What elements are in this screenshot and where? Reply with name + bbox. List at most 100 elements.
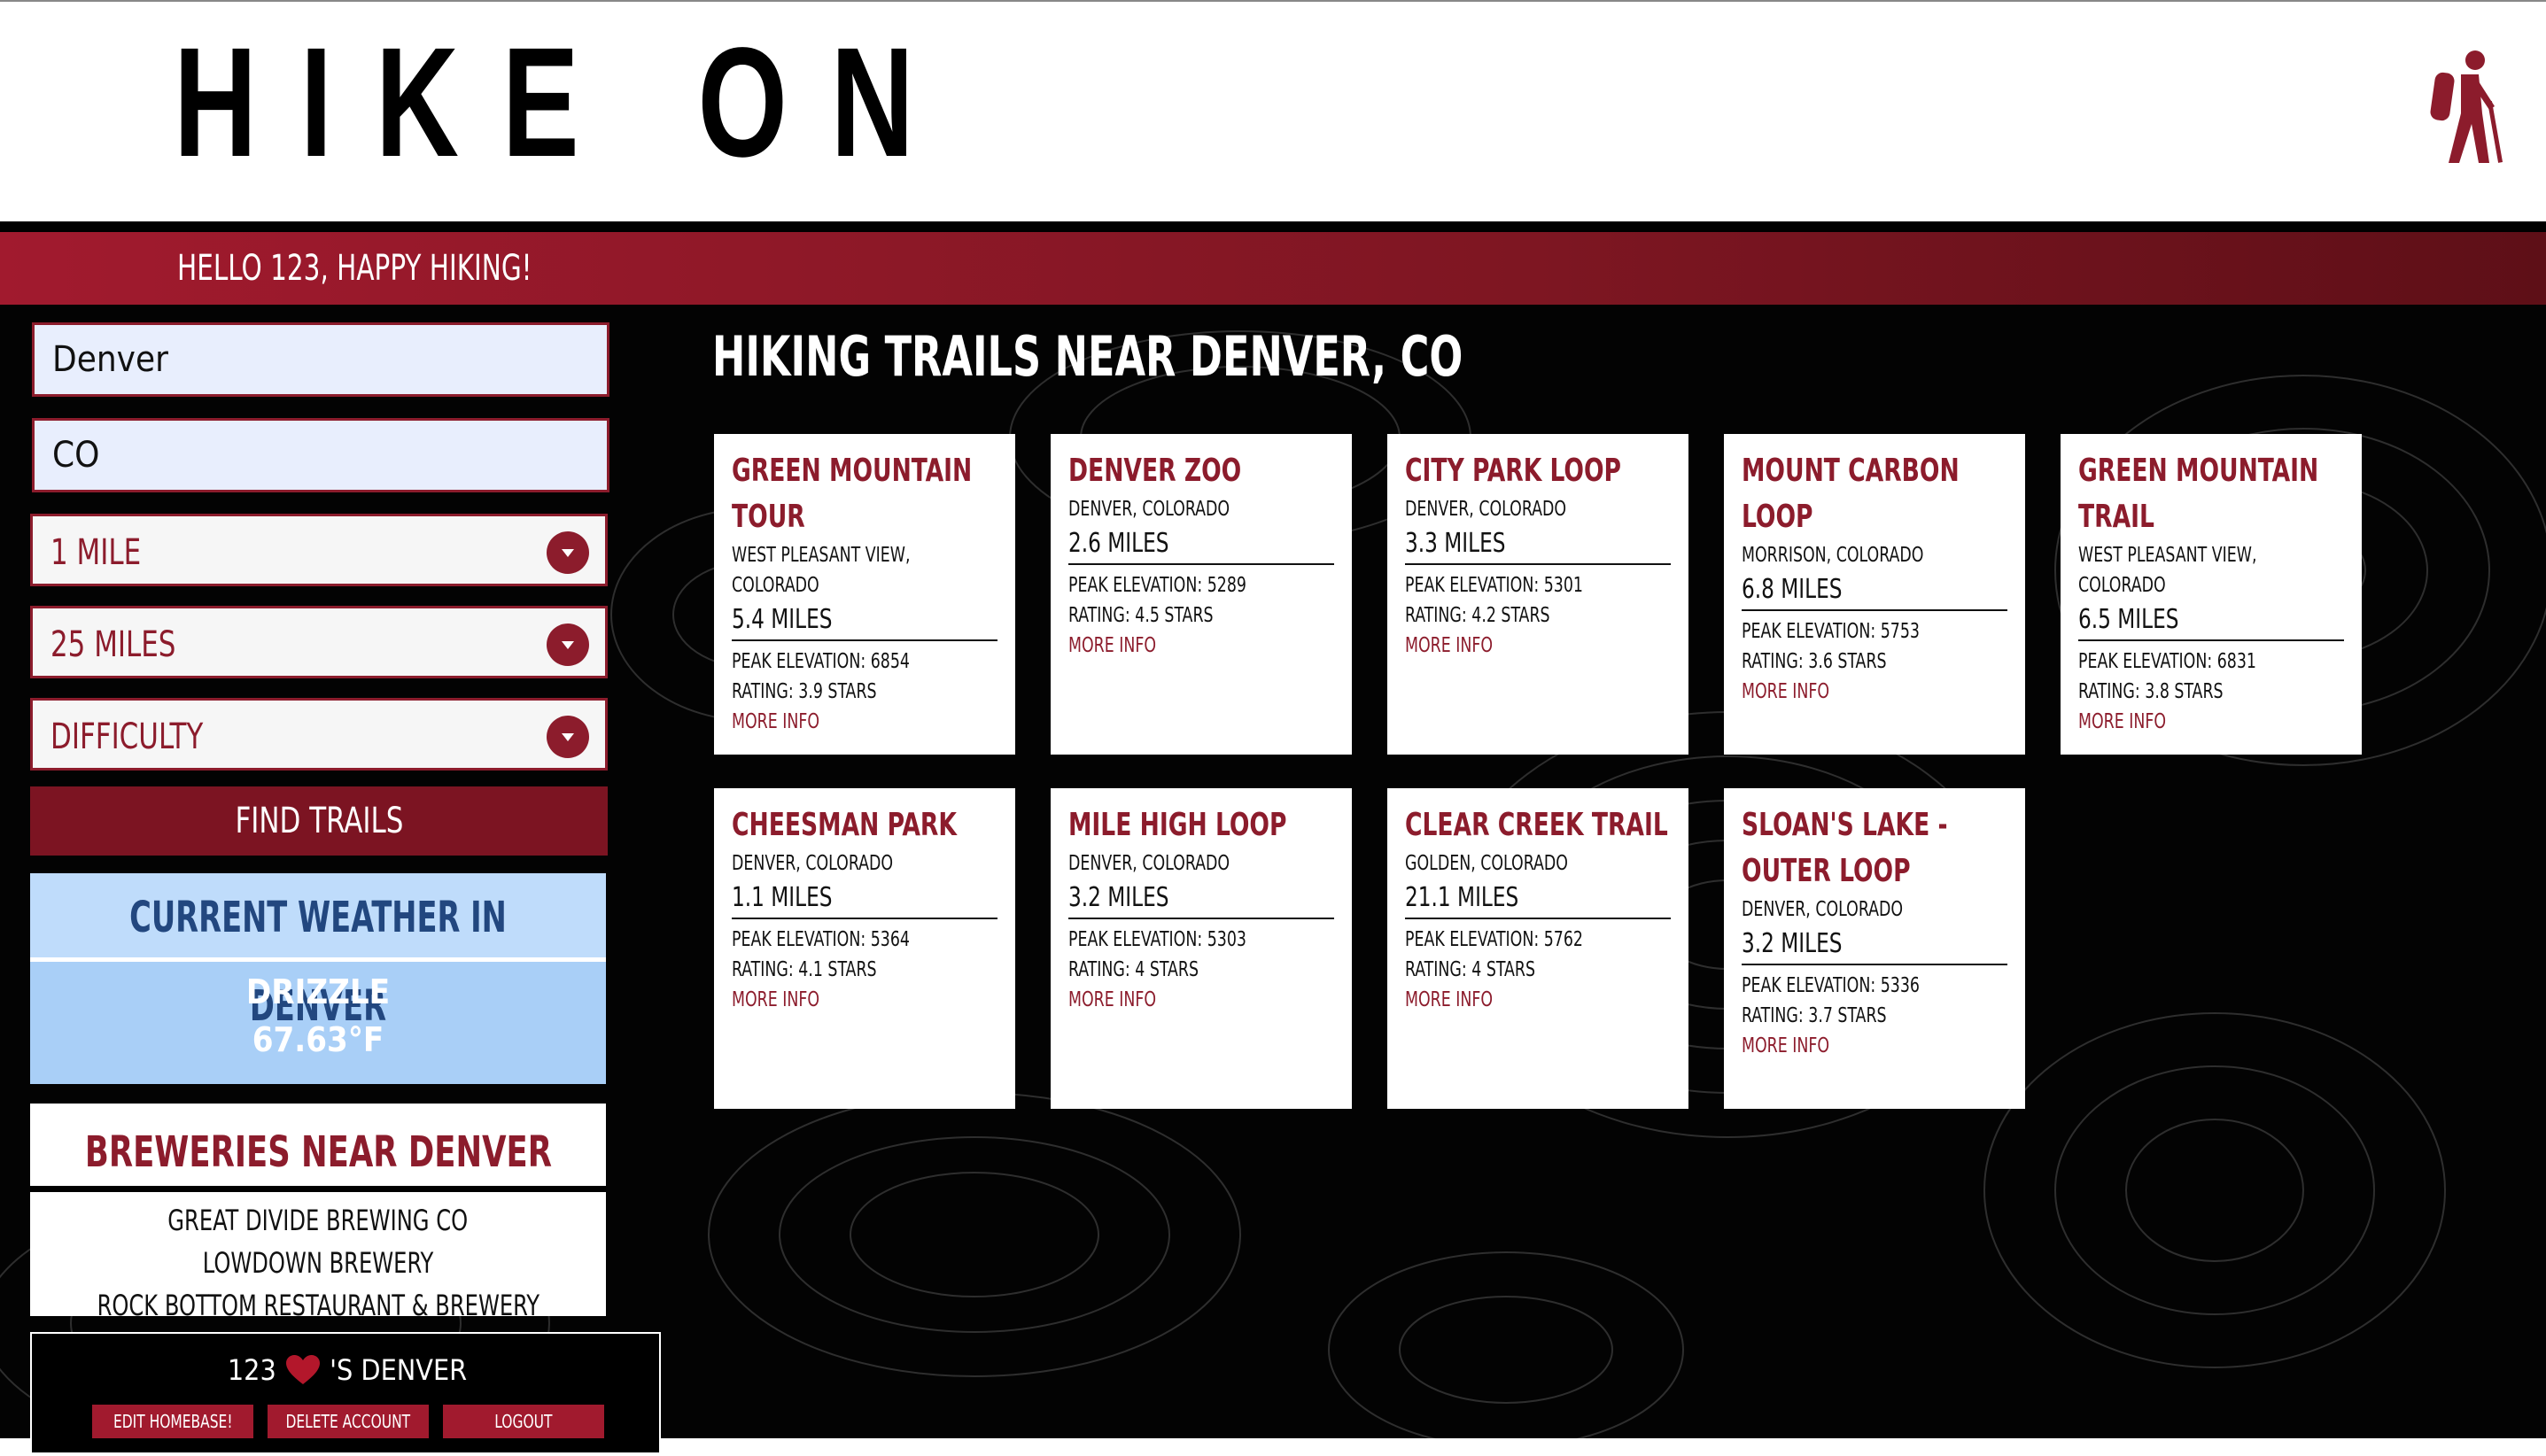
more-info-link[interactable]: MORE INFO [1405, 631, 1628, 661]
trail-length: 3.2 MILES [1068, 879, 1334, 919]
trail-length: 3.2 MILES [1742, 925, 2007, 965]
trail-location: DENVER, COLORADO [1742, 898, 1904, 921]
more-info-link[interactable]: MORE INFO [732, 707, 955, 737]
trail-length: 3.3 MILES [1405, 524, 1671, 565]
find-trails-label: FIND TRAILS [235, 801, 403, 841]
homebase-line: 123 'S DENVER [32, 1351, 663, 1387]
header-divider [0, 221, 2546, 232]
trail-location: DENVER, COLORADO [1068, 852, 1230, 875]
state-input[interactable]: CO [32, 418, 609, 492]
difficulty-value: DIFFICULTY [50, 716, 204, 757]
trail-card[interactable]: CITY PARK LOOP DENVER, COLORADO 3.3 MILE… [1387, 434, 1688, 755]
brewery-item: GREAT DIVIDE BREWING CO [167, 1204, 469, 1237]
trail-elevation: PEAK ELEVATION: 6831 [2078, 650, 2256, 673]
site-logo[interactable]: HIKE ON [174, 25, 958, 181]
weather-panel: CURRENT WEATHER IN DENVER DRIZZLE 67.63°… [30, 873, 606, 1084]
site-header: HIKE ON [0, 0, 2546, 221]
trail-length: 5.4 MILES [732, 600, 997, 641]
weather-condition: DRIZZLE [245, 972, 391, 1011]
more-info-link[interactable]: MORE INFO [1742, 1031, 1965, 1061]
trail-elevation: PEAK ELEVATION: 5289 [1068, 574, 1246, 597]
trail-rating: RATING: 4 STARS [1068, 958, 1199, 981]
more-info-link[interactable]: MORE INFO [1405, 985, 1628, 1015]
delete-account-button[interactable]: DELETE ACCOUNT [268, 1405, 429, 1438]
trail-rating: RATING: 4 STARS [1405, 958, 1535, 981]
trail-rating: RATING: 3.7 STARS [1742, 1004, 1887, 1027]
heart-icon [285, 1355, 320, 1384]
trail-elevation: PEAK ELEVATION: 5301 [1405, 574, 1583, 597]
trail-rating: RATING: 3.6 STARS [1742, 650, 1887, 673]
more-info-link[interactable]: MORE INFO [1068, 985, 1292, 1015]
more-info-link[interactable]: MORE INFO [732, 985, 955, 1015]
trail-name[interactable]: GREEN MOUNTAIN TOUR [732, 448, 997, 540]
trail-card[interactable]: GREEN MOUNTAIN TRAIL WEST PLEASANT VIEW,… [2061, 434, 2362, 755]
trail-elevation: PEAK ELEVATION: 6854 [732, 650, 910, 673]
max-distance-value: 25 MILES [50, 624, 176, 665]
trail-elevation: PEAK ELEVATION: 5364 [732, 928, 910, 951]
trail-name[interactable]: SLOAN'S LAKE - OUTER LOOP [1742, 802, 2007, 895]
breweries-panel: BREWERIES NEAR DENVER GREAT DIVIDE BREWI… [30, 1104, 606, 1316]
chevron-down-icon[interactable] [547, 716, 589, 758]
trail-rating: RATING: 4.2 STARS [1405, 604, 1550, 627]
brewery-item: LOWDOWN BREWERY [202, 1246, 434, 1280]
trail-rating: RATING: 3.9 STARS [732, 680, 877, 703]
logout-button[interactable]: LOGOUT [443, 1405, 604, 1438]
chevron-down-icon[interactable] [547, 623, 589, 666]
trails-heading: HIKING TRAILS NEAR DENVER, CO [712, 324, 1463, 389]
weather-title: CURRENT WEATHER IN DENVER [30, 873, 606, 1031]
more-info-link[interactable]: MORE INFO [1068, 631, 1292, 661]
trail-name[interactable]: CHEESMAN PARK [732, 802, 997, 848]
trail-rating: RATING: 4.5 STARS [1068, 604, 1214, 627]
greeting-text: HELLO 123, HAPPY HIKING! [177, 248, 532, 289]
trail-location: DENVER, COLORADO [732, 852, 894, 875]
more-info-link[interactable]: MORE INFO [2078, 707, 2301, 737]
trail-length: 1.1 MILES [732, 879, 997, 919]
trail-name[interactable]: MILE HIGH LOOP [1068, 802, 1334, 848]
trail-card[interactable]: SLOAN'S LAKE - OUTER LOOP DENVER, COLORA… [1724, 788, 2025, 1109]
edit-homebase-button[interactable]: EDIT HOMEBASE! [92, 1405, 253, 1438]
greeting-bar: HELLO 123, HAPPY HIKING! [0, 232, 2546, 305]
trail-length: 6.8 MILES [1742, 570, 2007, 611]
trail-location: WEST PLEASANT VIEW, COLORADO [732, 544, 911, 597]
trail-name[interactable]: GREEN MOUNTAIN TRAIL [2078, 448, 2344, 540]
homebase-city: 'S DENVER [330, 1353, 468, 1387]
trail-rating: RATING: 4.1 STARS [732, 958, 877, 981]
trail-name[interactable]: CLEAR CREEK TRAIL [1405, 802, 1671, 848]
trail-elevation: PEAK ELEVATION: 5753 [1742, 620, 1920, 643]
max-distance-select[interactable]: 25 MILES [30, 606, 608, 678]
trail-rating: RATING: 3.8 STARS [2078, 680, 2224, 703]
min-distance-value: 1 MILE [50, 532, 142, 573]
breweries-list[interactable]: GREAT DIVIDE BREWING CO LOWDOWN BREWERY … [30, 1192, 606, 1316]
trail-card[interactable]: CLEAR CREEK TRAIL GOLDEN, COLORADO 21.1 … [1387, 788, 1688, 1109]
trail-location: GOLDEN, COLORADO [1405, 852, 1568, 875]
trail-length: 21.1 MILES [1405, 879, 1671, 919]
trail-name[interactable]: DENVER ZOO [1068, 448, 1334, 494]
trail-location: DENVER, COLORADO [1405, 498, 1567, 521]
trail-elevation: PEAK ELEVATION: 5762 [1405, 928, 1583, 951]
trail-card[interactable]: GREEN MOUNTAIN TOUR WEST PLEASANT VIEW, … [714, 434, 1015, 755]
trail-card[interactable]: CHEESMAN PARK DENVER, COLORADO 1.1 MILES… [714, 788, 1015, 1109]
homebase-panel: 123 'S DENVER EDIT HOMEBASE! DELETE ACCO… [30, 1332, 661, 1454]
difficulty-select[interactable]: DIFFICULTY [30, 698, 608, 771]
min-distance-select[interactable]: 1 MILE [30, 514, 608, 586]
trail-name[interactable]: MOUNT CARBON LOOP [1742, 448, 2007, 540]
trail-elevation: PEAK ELEVATION: 5336 [1742, 974, 1920, 997]
more-info-link[interactable]: MORE INFO [1742, 677, 1965, 707]
trail-card[interactable]: DENVER ZOO DENVER, COLORADO 2.6 MILES PE… [1051, 434, 1352, 755]
trail-card[interactable]: MILE HIGH LOOP DENVER, COLORADO 3.2 MILE… [1051, 788, 1352, 1109]
trail-location: DENVER, COLORADO [1068, 498, 1230, 521]
breweries-title: BREWERIES NEAR DENVER [30, 1104, 606, 1192]
brewery-item: ROCK BOTTOM RESTAURANT & BREWERY [97, 1289, 539, 1316]
trail-length: 6.5 MILES [2078, 600, 2344, 641]
weather-temperature: 67.63°F [252, 1020, 384, 1059]
homebase-user: 123 [227, 1353, 276, 1387]
city-input[interactable]: Denver [32, 322, 609, 397]
trail-name[interactable]: CITY PARK LOOP [1405, 448, 1671, 494]
trail-length: 2.6 MILES [1068, 524, 1334, 565]
hiker-icon [2430, 50, 2503, 163]
trail-card[interactable]: MOUNT CARBON LOOP MORRISON, COLORADO 6.8… [1724, 434, 2025, 755]
trail-elevation: PEAK ELEVATION: 5303 [1068, 928, 1246, 951]
trail-location: MORRISON, COLORADO [1742, 544, 1924, 567]
find-trails-button[interactable]: FIND TRAILS [30, 786, 608, 856]
chevron-down-icon[interactable] [547, 531, 589, 574]
